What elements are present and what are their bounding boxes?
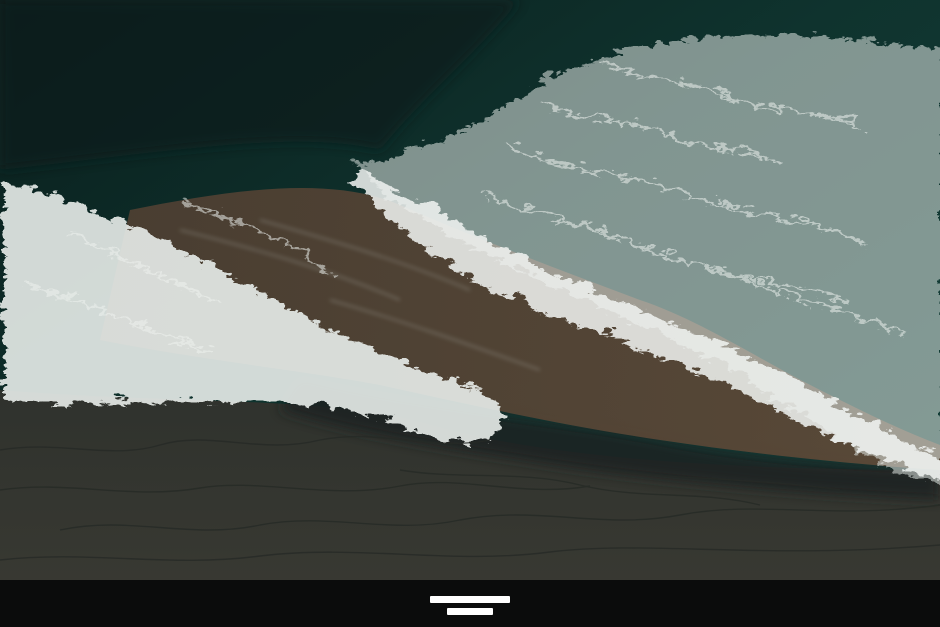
caption-secondary xyxy=(447,608,493,615)
photo-viewer xyxy=(0,0,940,627)
caption-primary xyxy=(430,596,510,603)
ocean-aerial-photo xyxy=(0,0,940,627)
caption-bar xyxy=(0,580,940,627)
